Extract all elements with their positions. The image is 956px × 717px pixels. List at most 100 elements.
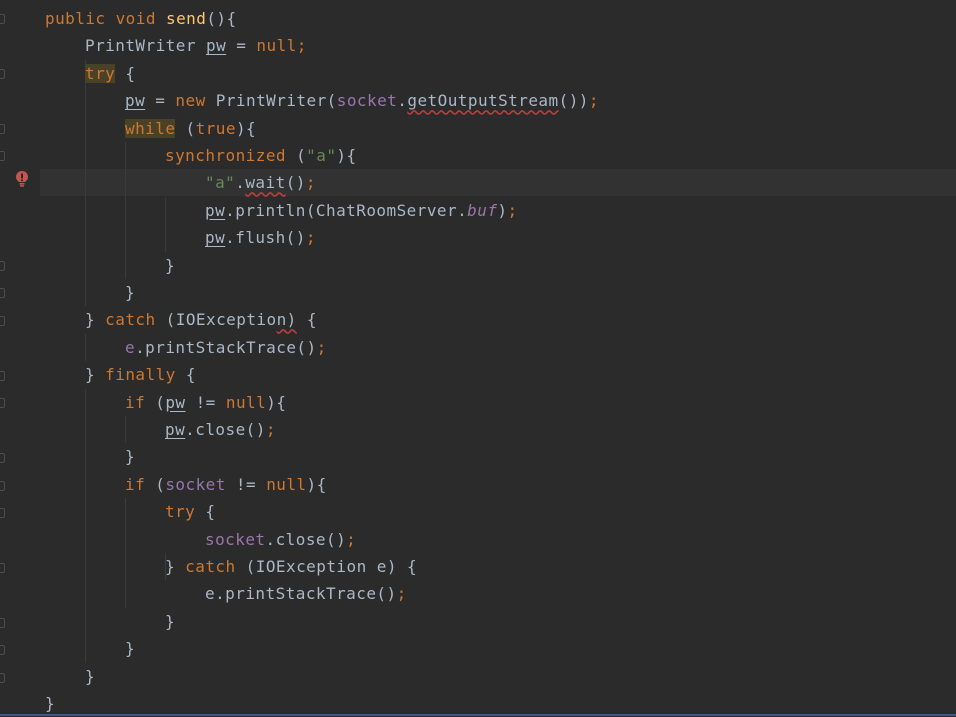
code-line[interactable]: try { — [85, 60, 135, 87]
code-token: { — [205, 502, 216, 522]
code-line[interactable]: } — [165, 608, 175, 635]
code-token: { — [115, 63, 136, 83]
indent-guide — [85, 388, 86, 663]
code-line[interactable]: synchronized ("a"){ — [165, 142, 357, 169]
code-token: synchronized — [165, 146, 297, 165]
code-line[interactable]: pw.println(ChatRoomServer.buf); — [205, 197, 518, 224]
code-line[interactable]: "a".wait(); — [205, 169, 316, 196]
code-token: try — [165, 502, 206, 522]
code-token: pw — [205, 200, 226, 220]
code-line[interactable]: } — [125, 279, 135, 306]
code-token: wait — [245, 173, 286, 193]
code-line[interactable]: public void send(){ — [45, 5, 237, 32]
code-token: . — [235, 173, 246, 193]
code-token: "a" — [306, 146, 337, 165]
fold-marker-icon[interactable] — [0, 453, 5, 463]
code-token: socket — [205, 529, 266, 549]
code-token: .close() — [185, 420, 266, 439]
code-token: ; — [396, 584, 407, 604]
code-line[interactable]: } — [125, 443, 135, 470]
fold-marker-icon[interactable] — [0, 398, 5, 408]
code-line[interactable]: pw = new PrintWriter(socket.getOutputStr… — [125, 87, 599, 114]
code-line[interactable]: } — [125, 635, 135, 662]
code-token: send — [166, 9, 207, 28]
code-token: .println(ChatRoomServer. — [225, 200, 468, 220]
code-line[interactable]: socket.close(); — [205, 526, 356, 553]
code-line[interactable]: while (true){ — [125, 115, 256, 142]
fold-marker-icon[interactable] — [0, 508, 5, 518]
code-editor[interactable]: public void send(){PrintWriter pw = null… — [0, 0, 956, 716]
code-line[interactable]: } — [45, 690, 55, 717]
code-line[interactable]: try { — [165, 498, 215, 525]
code-token: } — [125, 639, 136, 659]
indent-guide — [125, 498, 126, 608]
code-token: .printStackTrace() — [135, 337, 317, 357]
code-token: socket — [165, 474, 226, 494]
fold-marker-icon[interactable] — [0, 261, 5, 271]
code-line[interactable]: PrintWriter pw = null; — [85, 32, 307, 59]
fold-marker-icon[interactable] — [0, 14, 5, 24]
code-token: } — [125, 447, 136, 467]
fold-marker-icon[interactable] — [0, 618, 5, 628]
code-token: { — [296, 310, 317, 330]
current-line-highlight — [40, 169, 956, 196]
indent-guide — [125, 416, 126, 444]
code-token: != — [185, 392, 226, 412]
code-token: = — [226, 36, 257, 56]
indent-guide — [125, 142, 126, 279]
fold-marker-icon[interactable] — [0, 316, 5, 326]
fold-marker-icon[interactable] — [0, 673, 5, 683]
code-token: .flush() — [225, 228, 306, 248]
code-token: ){ — [266, 392, 287, 412]
code-token: != — [225, 474, 267, 494]
code-token: null — [225, 392, 267, 412]
code-token: null — [266, 474, 307, 494]
code-token: ; — [265, 420, 276, 439]
code-token: ){ — [235, 118, 257, 138]
code-token: ( — [155, 392, 166, 412]
indent-guide — [165, 196, 166, 252]
code-line[interactable]: } finally { — [85, 361, 196, 388]
fold-marker-icon[interactable] — [0, 645, 5, 655]
code-token: pw — [165, 392, 186, 412]
fold-marker-icon[interactable] — [0, 124, 5, 134]
code-line[interactable]: if (socket != null){ — [125, 471, 327, 498]
code-token: ; — [305, 173, 316, 193]
code-line[interactable]: } catch (IOException) { — [85, 306, 317, 333]
code-line[interactable]: pw.flush(); — [205, 224, 316, 251]
code-token: (IOException e) { — [245, 557, 418, 576]
code-line[interactable]: e.printStackTrace(); — [205, 580, 407, 607]
code-token: if — [125, 474, 156, 494]
code-token: pw — [125, 91, 146, 111]
code-line[interactable]: e.printStackTrace(); — [125, 334, 327, 361]
error-bulb-icon[interactable] — [14, 170, 30, 188]
fold-marker-icon[interactable] — [0, 69, 5, 79]
code-token: null; — [256, 36, 307, 56]
code-token: () — [285, 173, 306, 193]
editor-gutter[interactable] — [0, 0, 40, 716]
code-token: (){ — [206, 9, 237, 28]
code-token: ; — [305, 228, 316, 248]
code-token: } — [165, 557, 186, 576]
code-token: try — [85, 63, 116, 83]
code-token: pw — [206, 36, 227, 56]
code-token: getOutputStream — [407, 91, 559, 111]
code-line[interactable]: } — [165, 252, 175, 279]
code-line[interactable]: } — [85, 663, 95, 690]
code-line[interactable]: pw.close(); — [165, 416, 276, 443]
code-token: = — [145, 91, 176, 111]
code-token: buf — [467, 200, 498, 220]
fold-marker-icon[interactable] — [0, 288, 5, 298]
fold-marker-icon[interactable] — [0, 563, 5, 573]
code-token: PrintWriter( — [215, 91, 337, 111]
code-token: ){ — [336, 146, 357, 165]
code-line[interactable]: if (pw != null){ — [125, 389, 286, 416]
code-token: n) — [276, 310, 297, 330]
code-token: { — [185, 365, 196, 385]
fold-marker-icon[interactable] — [0, 481, 5, 491]
code-line[interactable]: } catch (IOException e) { — [165, 553, 417, 580]
fold-marker-icon[interactable] — [0, 371, 5, 381]
code-token: ) — [497, 200, 508, 220]
fold-marker-icon[interactable] — [0, 151, 5, 161]
code-token: ( — [175, 118, 196, 138]
